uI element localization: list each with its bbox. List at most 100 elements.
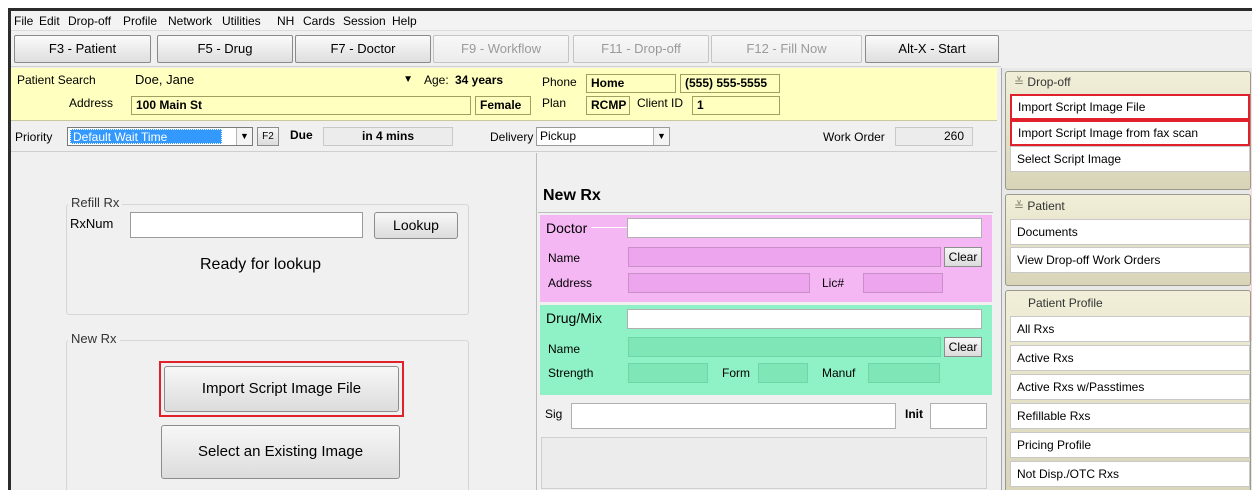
- client-id-label: Client ID: [637, 96, 684, 110]
- age-label: Age:: [424, 73, 449, 87]
- priority-row: Priority Default Wait Time ▼ F2 Due in 4…: [11, 122, 997, 152]
- gender-field[interactable]: Female: [475, 96, 531, 115]
- app-window: File Edit Drop-off Profile Network Utili…: [8, 8, 1252, 490]
- form-field[interactable]: [758, 363, 808, 383]
- patient-search-combo[interactable]: Doe, Jane ▼: [131, 71, 417, 90]
- sidebar-import-from-fax-scan[interactable]: Import Script Image from fax scan: [1010, 120, 1250, 146]
- phone-number-field[interactable]: (555) 555-5555: [680, 74, 780, 93]
- refill-rx-group-label: Refill Rx: [68, 195, 123, 210]
- sig-input[interactable]: [571, 403, 896, 429]
- rxnum-input[interactable]: [130, 212, 363, 238]
- sidebar-refillable-rxs[interactable]: Refillable Rxs: [1010, 403, 1250, 429]
- work-order-field: 260: [895, 127, 973, 146]
- strength-field[interactable]: [628, 363, 708, 383]
- sidebar-view-dropoff-work-orders[interactable]: View Drop-off Work Orders: [1010, 247, 1250, 273]
- chevron-collapse-icon: ≚: [1014, 75, 1025, 89]
- drug-name-field[interactable]: [628, 337, 941, 357]
- sig-translation-box: [541, 437, 987, 489]
- sidebar-all-rxs[interactable]: All Rxs: [1010, 316, 1250, 342]
- menu-help[interactable]: Help: [392, 14, 417, 28]
- fill-now-button[interactable]: F12 - Fill Now: [711, 35, 862, 63]
- f2-button[interactable]: F2: [257, 127, 279, 146]
- select-existing-image-button[interactable]: Select an Existing Image: [161, 425, 400, 479]
- clear-drug-button[interactable]: Clear: [944, 337, 982, 357]
- menu-nh[interactable]: NH: [277, 14, 294, 28]
- manuf-field[interactable]: [868, 363, 940, 383]
- address-label: Address: [69, 96, 114, 110]
- patient-profile-section: Patient Profile All Rxs Active Rxs Activ…: [1005, 290, 1251, 490]
- init-input[interactable]: [930, 403, 987, 429]
- drug-name-label: Name: [548, 342, 581, 356]
- dropoff-section: ≚ Drop-off Import Script Image File Impo…: [1005, 71, 1251, 190]
- phone-label: Phone: [542, 75, 577, 89]
- menu-bar: File Edit Drop-off Profile Network Utili…: [11, 11, 1252, 31]
- patient-section: ≚ Patient Documents View Drop-off Work O…: [1005, 194, 1251, 286]
- menu-session[interactable]: Session: [343, 14, 386, 28]
- drug-button[interactable]: F5 - Drug: [157, 35, 293, 63]
- delivery-select[interactable]: Pickup ▼: [536, 127, 670, 146]
- patient-profile-header[interactable]: Patient Profile: [1028, 296, 1103, 310]
- sidebar-pricing-profile[interactable]: Pricing Profile: [1010, 432, 1250, 458]
- function-toolbar: F3 - Patient F5 - Drug F7 - Doctor F9 - …: [11, 31, 1001, 67]
- sidebar-documents[interactable]: Documents: [1010, 219, 1250, 245]
- new-rx-title: New Rx: [543, 187, 601, 204]
- sidebar-not-disp-otc-rxs[interactable]: Not Disp./OTC Rxs: [1010, 461, 1250, 487]
- lic-label: Lic#: [822, 276, 845, 290]
- dropoff-button[interactable]: F11 - Drop-off: [573, 35, 709, 63]
- menu-file[interactable]: File: [14, 14, 33, 28]
- plan-field[interactable]: RCMP: [586, 96, 630, 115]
- start-button[interactable]: Alt-X - Start: [865, 35, 999, 63]
- chevron-collapse-icon: ≚: [1014, 199, 1025, 213]
- patient-header[interactable]: ≚ Patient: [1014, 199, 1065, 213]
- form-label: Form: [722, 366, 750, 380]
- plan-label: Plan: [542, 96, 567, 110]
- age-value: 34 years: [455, 73, 504, 87]
- menu-edit[interactable]: Edit: [39, 14, 60, 28]
- sig-label: Sig: [545, 407, 563, 421]
- menu-utilities[interactable]: Utilities: [222, 14, 261, 28]
- menu-cards[interactable]: Cards: [303, 14, 335, 28]
- chevron-down-icon[interactable]: ▼: [403, 71, 413, 88]
- doctor-search-input[interactable]: [627, 218, 982, 238]
- chevron-down-icon[interactable]: ▼: [236, 128, 252, 145]
- priority-select[interactable]: Default Wait Time ▼: [67, 127, 253, 146]
- drug-search-input[interactable]: [627, 309, 982, 329]
- delivery-label: Delivery: [490, 130, 534, 144]
- priority-label: Priority: [15, 130, 53, 144]
- patient-header-label: Patient: [1027, 199, 1065, 213]
- dropoff-header[interactable]: ≚ Drop-off: [1014, 75, 1071, 89]
- patient-button[interactable]: F3 - Patient: [14, 35, 151, 63]
- doctor-label: Doctor: [546, 220, 592, 236]
- drug-mix-label: Drug/Mix: [546, 310, 603, 326]
- strength-label: Strength: [548, 366, 594, 380]
- sidebar-active-rxs-passtimes[interactable]: Active Rxs w/Passtimes: [1010, 374, 1250, 400]
- new-rx-group-label: New Rx: [68, 331, 120, 346]
- menu-network[interactable]: Network: [168, 14, 212, 28]
- manuf-label: Manuf: [822, 366, 856, 380]
- sidebar-select-script-image[interactable]: Select Script Image: [1010, 146, 1250, 172]
- workflow-button[interactable]: F9 - Workflow: [433, 35, 569, 63]
- phone-type-field[interactable]: Home: [586, 74, 676, 93]
- address-field[interactable]: 100 Main St: [131, 96, 471, 115]
- priority-value: Default Wait Time: [70, 129, 222, 144]
- doctor-button[interactable]: F7 - Doctor: [295, 35, 431, 63]
- dropoff-header-label: Drop-off: [1027, 75, 1071, 89]
- new-rx-header-strip: [536, 153, 996, 185]
- lookup-button[interactable]: Lookup: [374, 212, 458, 239]
- due-field: in 4 mins: [323, 127, 453, 146]
- client-id-field[interactable]: 1: [692, 96, 780, 115]
- doctor-name-label: Name: [548, 251, 581, 265]
- import-script-image-button[interactable]: Import Script Image File: [164, 366, 399, 412]
- doctor-address-field[interactable]: [628, 273, 810, 293]
- divider: [538, 212, 993, 213]
- sidebar-active-rxs[interactable]: Active Rxs: [1010, 345, 1250, 371]
- menu-profile[interactable]: Profile: [123, 14, 157, 28]
- sidebar-import-script-image-file[interactable]: Import Script Image File: [1010, 94, 1250, 120]
- patient-info-bar: Patient Search Doe, Jane ▼ Age: 34 years…: [11, 68, 997, 121]
- menu-drop-off[interactable]: Drop-off: [68, 14, 111, 28]
- chevron-down-icon[interactable]: ▼: [653, 128, 669, 145]
- clear-doctor-button[interactable]: Clear: [944, 247, 982, 267]
- doctor-name-field[interactable]: [628, 247, 941, 267]
- left-panel: Refill Rx RxNum Lookup Ready for lookup …: [11, 153, 531, 490]
- lic-field[interactable]: [863, 273, 943, 293]
